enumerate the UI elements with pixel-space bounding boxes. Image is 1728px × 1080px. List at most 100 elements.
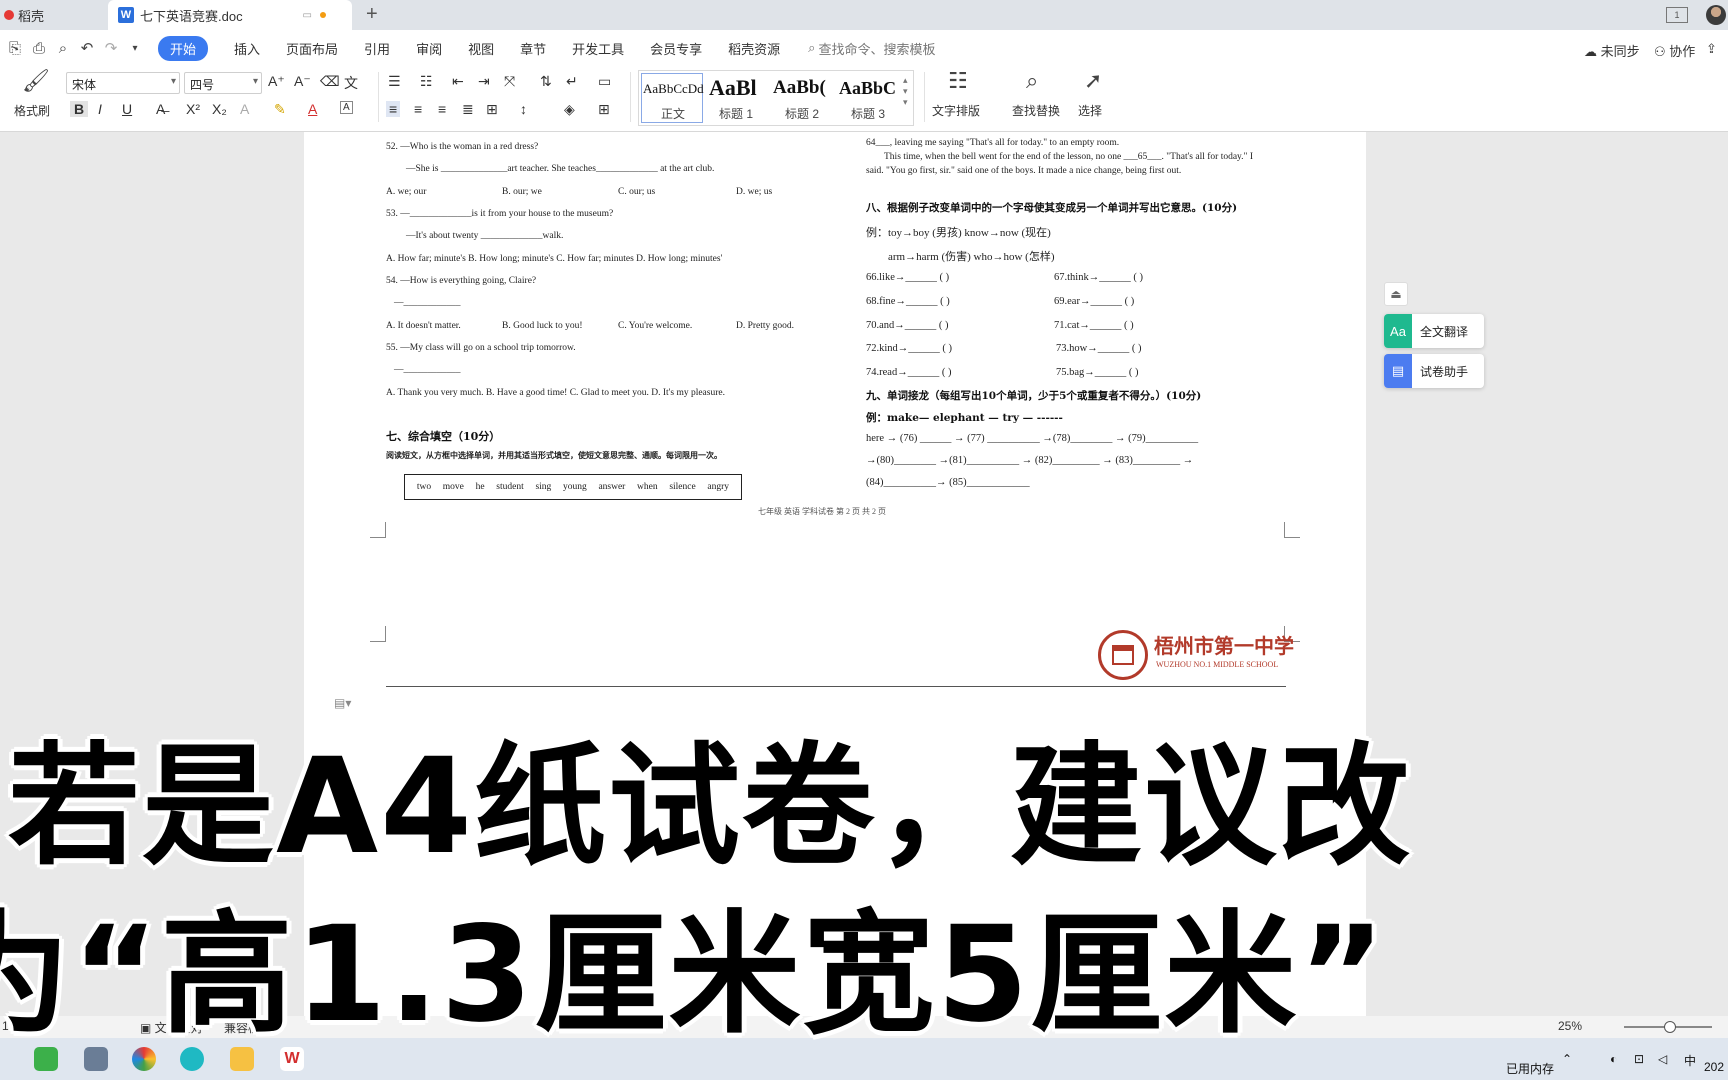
sync-label: 未同步 xyxy=(1600,44,1640,59)
q55-options: A. Thank you very much. B. Have a good t… xyxy=(386,388,725,398)
styles-gallery[interactable]: AaBbCcDd 正文 AaBl 标题 1 AaBb( 标题 2 AaBbC 标… xyxy=(638,70,914,126)
tab-document[interactable]: W 七下英语竞赛.doc ▭ xyxy=(108,0,352,30)
format-painter-icon[interactable]: 🖌 xyxy=(22,68,50,94)
tab-home[interactable]: 稻壳 xyxy=(0,0,108,30)
menu-view[interactable]: 视图 xyxy=(468,39,494,58)
bold-button[interactable]: B xyxy=(70,101,89,117)
ruler-icon[interactable]: ▭ xyxy=(598,73,611,90)
justify-icon[interactable]: ≣ xyxy=(462,101,474,118)
print-icon[interactable]: ⎙ xyxy=(30,40,48,57)
italic-button[interactable]: I xyxy=(98,101,102,117)
distribute-icon[interactable]: ⊞ xyxy=(486,101,498,118)
menu-chapter[interactable]: 章节 xyxy=(520,39,546,58)
align-left-icon[interactable]: ≡ xyxy=(386,101,401,117)
menu-start[interactable]: 开始 xyxy=(158,35,209,61)
highlight-icon[interactable]: ✎ xyxy=(274,101,286,118)
clock-year[interactable]: 202 xyxy=(1704,1060,1724,1074)
customize-icon[interactable]: ▾ xyxy=(126,43,144,54)
tray-app-icon[interactable]: ◐ xyxy=(1610,1052,1617,1066)
q53b-text: —It's about twenty _____________walk. xyxy=(406,231,564,241)
collab-button[interactable]: ⚇ 协作 xyxy=(1654,41,1695,60)
word-box-item: silence xyxy=(669,482,696,492)
strikethrough-icon[interactable]: A̶ xyxy=(156,101,165,117)
network-icon[interactable]: ⊡ xyxy=(1634,1052,1644,1066)
indent-icon[interactable]: ⇥ xyxy=(478,73,490,90)
select-label[interactable]: 选择 xyxy=(1078,102,1102,119)
share-icon[interactable]: ⇪ xyxy=(1706,41,1717,57)
zoom-slider[interactable] xyxy=(1624,1021,1712,1033)
outdent-icon[interactable]: ⇤ xyxy=(452,73,464,90)
subscript-icon[interactable]: X₂ xyxy=(212,101,227,117)
pinyin-icon[interactable]: 文 xyxy=(344,73,358,93)
style-normal-label[interactable]: 正文 xyxy=(661,105,685,122)
volume-icon[interactable]: ◁ xyxy=(1658,1052,1667,1066)
align-right-icon[interactable]: ≡ xyxy=(438,101,446,117)
tray-expand-icon[interactable]: ⌃ xyxy=(1562,1052,1572,1066)
style-h3-label[interactable]: 标题 3 xyxy=(851,105,885,122)
exam-helper-button[interactable]: ▤ 试卷助手 xyxy=(1384,354,1484,388)
sync-status[interactable]: ☁ 未同步 xyxy=(1584,41,1640,60)
avatar[interactable] xyxy=(1706,5,1726,25)
grow-font-icon[interactable]: A⁺ xyxy=(268,73,285,90)
superscript-icon[interactable]: X² xyxy=(186,101,200,117)
style-h1-label[interactable]: 标题 1 xyxy=(719,105,753,122)
numbering-icon[interactable]: ☷ xyxy=(420,73,433,90)
header-rule xyxy=(386,686,1286,687)
underline-button[interactable]: U xyxy=(122,101,132,117)
font-size-select[interactable]: 四号 xyxy=(184,72,262,94)
zoom-slider-thumb[interactable] xyxy=(1664,1021,1676,1033)
styles-scroll-icon[interactable]: ▴ ▾ ▾ xyxy=(903,75,908,108)
align-center-icon[interactable]: ≡ xyxy=(414,101,422,117)
style-normal-sample[interactable]: AaBbCcDd xyxy=(643,81,704,97)
select-cursor-icon[interactable]: ➚ xyxy=(1084,68,1102,94)
text-effect-icon[interactable]: A xyxy=(240,101,249,117)
new-tab-button[interactable]: + xyxy=(366,3,378,26)
line-spacing-icon[interactable]: ↕ xyxy=(520,101,527,117)
panel-collapse-button[interactable]: ⏏ xyxy=(1384,282,1408,306)
zoom-level[interactable]: 25% xyxy=(1558,1019,1582,1033)
menu-review[interactable]: 审阅 xyxy=(416,39,442,58)
chain-line-2: →(80)________ →(81)__________ → (82)____… xyxy=(866,455,1194,466)
shading-icon[interactable]: ◈ xyxy=(564,101,575,118)
menu-member[interactable]: 会员专享 xyxy=(650,39,702,58)
font-color-icon[interactable]: A xyxy=(308,101,317,117)
menu-insert[interactable]: 插入 xyxy=(234,39,260,58)
tab-screen-icon[interactable]: ▭ xyxy=(303,10,312,21)
clear-format-icon[interactable]: ⌫ xyxy=(320,73,340,90)
print-preview-icon[interactable]: ⌕ xyxy=(54,40,72,57)
bullets-icon[interactable]: ☰ xyxy=(388,73,401,90)
borders-icon[interactable]: ⊞ xyxy=(598,101,610,118)
style-h3-sample[interactable]: AaBbC xyxy=(839,78,896,99)
section8-item: 70.and→______ ( ) xyxy=(866,320,949,331)
text-layout-label[interactable]: 文字排版 xyxy=(932,102,980,119)
font-name-select[interactable]: 宋体 xyxy=(66,72,180,94)
menu-layout[interactable]: 页面布局 xyxy=(286,39,338,58)
command-search[interactable]: ⌕ 查找命令、搜索模板 xyxy=(808,39,935,58)
ime-indicator[interactable]: 中 xyxy=(1684,1052,1696,1069)
passage-line-1: 64___, leaving me saying "That's all for… xyxy=(866,138,1120,148)
show-marks-icon[interactable]: ↵ xyxy=(566,73,578,90)
full-translate-button[interactable]: Aa 全文翻译 xyxy=(1384,314,1484,348)
style-h1-sample[interactable]: AaBl xyxy=(709,75,757,101)
style-h2-sample[interactable]: AaBb( xyxy=(773,77,826,99)
school-name-cn: 梧州市第一中学 xyxy=(1154,634,1294,658)
find-replace-label[interactable]: 查找替换 xyxy=(1012,102,1060,119)
window-mode-icon[interactable]: 1 xyxy=(1666,7,1688,23)
menu-reference[interactable]: 引用 xyxy=(364,39,390,58)
q52-option-a: A. we; our xyxy=(386,187,427,197)
char-border-icon[interactable]: A xyxy=(340,101,353,114)
q55-text: 55. —My class will go on a school trip t… xyxy=(386,343,576,353)
shrink-font-icon[interactable]: A⁻ xyxy=(294,73,311,90)
chinese-layout-icon[interactable]: ⤧ xyxy=(504,73,515,90)
format-painter-label[interactable]: 格式刷 xyxy=(14,102,50,119)
save-icon[interactable]: ⎘ xyxy=(6,40,24,57)
find-replace-icon[interactable]: ⌕ xyxy=(1026,68,1038,94)
sort-icon[interactable]: ⇅ xyxy=(540,73,552,90)
q52-option-d: D. we; us xyxy=(736,187,773,197)
redo-icon[interactable]: ↷ xyxy=(102,39,120,57)
menu-devtools[interactable]: 开发工具 xyxy=(572,39,624,58)
menu-resources[interactable]: 稻壳资源 xyxy=(728,39,780,58)
style-h2-label[interactable]: 标题 2 xyxy=(785,105,819,122)
undo-icon[interactable]: ↶ xyxy=(78,39,96,57)
text-layout-icon[interactable]: ☷ xyxy=(948,68,968,94)
